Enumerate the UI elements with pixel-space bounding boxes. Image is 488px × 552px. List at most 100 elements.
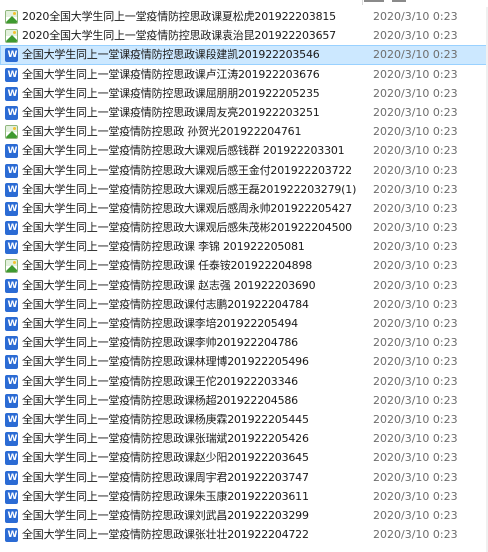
- file-name: 全国大学生同上一堂疫情防控思政课张瑞斌201922205426: [22, 432, 309, 446]
- file-date-modified: 2020/3/10 0:23: [373, 412, 458, 426]
- word-icon: W: [5, 451, 18, 466]
- file-name: 2020全国大学生同上一堂疫情防控思政课夏松虎201922203815: [22, 10, 336, 23]
- file-name: 全国大学生同上一堂疫情防控思政课 李锦 201922205081: [22, 240, 305, 254]
- file-row[interactable]: W 全国大学生同上一堂疫情防控思政课张瑞斌201922205426 2020/3/1…: [0, 429, 488, 448]
- file-name: 全国大学生同上一堂疫情防控思政课朱玉康201922203611: [22, 489, 309, 503]
- word-icon: W: [5, 278, 18, 293]
- file-name: 全国大学生同上一堂疫情防控思政课付志鹏201922204784: [22, 297, 309, 311]
- file-name: 全国大学生同上一堂课疫情防控思政课屈朋朋201922205235: [22, 86, 320, 100]
- file-row[interactable]: W 全国大学生同上一堂疫情防控思政课李帅201922204786 2020/3/10…: [0, 333, 488, 352]
- word-icon: W: [5, 86, 18, 101]
- file-date-modified: 2020/3/10 0:23: [373, 163, 458, 177]
- word-icon: W: [5, 393, 18, 408]
- file-name: 全国大学生同上一堂疫情防控思政课 任泰铵201922204898: [22, 259, 313, 273]
- file-row[interactable]: W 全国大学生同上一堂疫情防控思政课林理博201922205496 2020/3/1…: [0, 352, 488, 371]
- file-name: 全国大学生同上一堂疫情防控思政课林理博201922205496: [22, 355, 309, 369]
- word-icon: W: [5, 105, 18, 120]
- file-row[interactable]: W 全国大学生同上一堂疫情防控思政课赵少阳201922203645 2020/3/1…: [0, 448, 488, 467]
- word-icon: W: [5, 317, 18, 331]
- file-date-modified: 2020/3/10 0:23: [373, 489, 458, 503]
- file-row[interactable]: W 全国大学生同上一堂课疫情防控思政课屈朋朋201922205235 2020/3/…: [0, 84, 488, 103]
- file-name: 全国大学生同上一堂疫情防控思政课杨超201922204586: [22, 393, 298, 407]
- image-icon: [5, 29, 18, 44]
- file-name: 全国大学生同上一堂疫情防控思政课李培201922205494: [22, 317, 298, 330]
- file-row[interactable]: W 全国大学生同上一堂疫情防控思政课刘武昌201922203299 2020/3/1…: [0, 506, 488, 525]
- file-name: 全国大学生同上一堂课疫情防控思政课卢江涛201922203676: [22, 67, 320, 81]
- word-icon: W: [5, 144, 18, 159]
- file-date-modified: 2020/3/10 0:23: [373, 528, 458, 542]
- file-row[interactable]: W 全国大学生同上一堂疫情防控思政课付志鹏201922204784 2020/3/1…: [0, 295, 488, 314]
- file-name: 全国大学生同上一堂疫情防控思政课刘武昌201922203299: [22, 508, 309, 522]
- file-row[interactable]: W 全国大学生同上一堂疫情防控思政课朱玉康201922203611 2020/3/1…: [0, 487, 488, 506]
- file-row[interactable]: 全国大学生同上一堂疫情防控思政 孙贺光201922204761 2020/3/10…: [0, 122, 488, 141]
- word-icon: W: [5, 67, 18, 82]
- file-row[interactable]: W 全国大学生同上一堂疫情防控思政课杨超201922204586 2020/3/10…: [0, 391, 488, 410]
- file-date-modified: 2020/3/10 0:23: [373, 297, 458, 311]
- image-icon: [5, 125, 18, 140]
- file-date-modified: 2020/3/10 0:23: [373, 508, 458, 522]
- word-icon: W: [5, 182, 18, 197]
- file-name: 全国大学生同上一堂疫情防控思政大课观后感朱茂彬201922204500: [22, 221, 352, 235]
- image-icon: [5, 259, 18, 274]
- file-name: 全国大学生同上一堂疫情防控思政大课观后感王磊201922203279(1): [22, 182, 357, 196]
- file-row[interactable]: 2020全国大学生同上一堂疫情防控思政课夏松虎201922203815 2020/…: [0, 7, 488, 26]
- word-icon: W: [5, 240, 18, 255]
- file-row[interactable]: W 全国大学生同上一堂疫情防控思政大课观后感王磊201922203279(1) 20…: [0, 180, 488, 199]
- file-row[interactable]: W 全国大学生同上一堂疫情防控思政课 李锦 201922205081 2020/3/…: [0, 237, 488, 256]
- date-header-fragment: [392, 0, 406, 2]
- file-date-modified: 2020/3/10 0:23: [373, 29, 458, 43]
- file-row[interactable]: W 全国大学生同上一堂疫情防控思政课周宇君201922203747 2020/3/1…: [0, 468, 488, 487]
- file-name: 全国大学生同上一堂疫情防控思政课张壮壮201922204722: [22, 528, 309, 542]
- file-date-modified: 2020/3/10 0:23: [373, 125, 458, 139]
- file-name: 全国大学生同上一堂疫情防控思政大课观后感钱群 201922203301: [22, 144, 345, 158]
- file-row[interactable]: W 全国大学生同上一堂疫情防控思政课 赵志强 201922203690 2020/3…: [0, 276, 488, 295]
- word-icon: W: [5, 336, 18, 351]
- file-row[interactable]: W 全国大学生同上一堂课疫情防控思政课段建凯201922203546 2020/3/…: [0, 45, 488, 65]
- file-row[interactable]: W 全国大学生同上一堂疫情防控思政大课观后感周永帅201922205427 2020…: [0, 199, 488, 218]
- file-name: 全国大学生同上一堂课疫情防控思政课段建凯201922203546: [22, 48, 320, 62]
- word-icon: W: [5, 489, 18, 504]
- file-row[interactable]: W 全国大学生同上一堂课疫情防控思政课卢江涛201922203676 2020/3/…: [0, 65, 488, 84]
- file-row[interactable]: 2020全国大学生同上一堂疫情防控思政课袁治昆201922203657 2020/…: [0, 26, 488, 45]
- file-date-modified: 2020/3/10 0:23: [373, 86, 458, 100]
- date-header-fragment: [364, 0, 384, 2]
- file-date-modified: 2020/3/10 0:23: [373, 10, 458, 23]
- file-date-modified: 2020/3/10 0:23: [373, 451, 458, 465]
- file-name: 全国大学生同上一堂疫情防控思政 孙贺光201922204761: [22, 125, 302, 139]
- word-icon: W: [5, 412, 18, 427]
- file-row[interactable]: W 全国大学生同上一堂疫情防控思政课李培201922205494 2020/3/10…: [0, 314, 488, 333]
- file-row[interactable]: W 全国大学生同上一堂课疫情防控思政课周友亮201922203251 2020/3/…: [0, 103, 488, 122]
- word-icon: W: [5, 355, 18, 370]
- file-date-modified: 2020/3/10 0:23: [373, 374, 458, 388]
- file-name: 2020全国大学生同上一堂疫情防控思政课袁治昆201922203657: [22, 29, 336, 43]
- file-name: 全国大学生同上一堂疫情防控思政课 赵志强 201922203690: [22, 278, 316, 292]
- file-row[interactable]: W 全国大学生同上一堂疫情防控思政大课观后感钱群 201922203301 2020…: [0, 141, 488, 160]
- word-icon: W: [5, 201, 18, 216]
- word-icon: W: [5, 374, 18, 389]
- file-row[interactable]: W 全国大学生同上一堂疫情防控思政课王佗201922203346 2020/3/10…: [0, 372, 488, 391]
- file-row[interactable]: W 全国大学生同上一堂疫情防控思政课杨庚霖201922205445 2020/3/1…: [0, 410, 488, 429]
- file-date-modified: 2020/3/10 0:23: [373, 393, 458, 407]
- word-icon: W: [5, 221, 18, 236]
- file-date-modified: 2020/3/10 0:23: [373, 221, 458, 235]
- file-name: 全国大学生同上一堂疫情防控思政课周宇君201922203747: [22, 470, 309, 484]
- file-date-modified: 2020/3/10 0:23: [373, 470, 458, 484]
- file-row[interactable]: 全国大学生同上一堂疫情防控思政课 任泰铵201922204898 2020/3/1…: [0, 256, 488, 275]
- word-icon: W: [5, 48, 18, 63]
- image-icon: [5, 10, 18, 24]
- file-row[interactable]: W 全国大学生同上一堂疫情防控思政课张壮壮201922204722 2020/3/1…: [0, 525, 488, 544]
- word-icon: W: [5, 508, 18, 523]
- column-header-strip: [0, 0, 488, 7]
- file-name: 全国大学生同上一堂疫情防控思政课李帅201922204786: [22, 336, 298, 350]
- word-icon: W: [5, 528, 18, 543]
- file-name: 全国大学生同上一堂疫情防控思政课赵少阳201922203645: [22, 451, 309, 465]
- file-date-modified: 2020/3/10 0:23: [373, 182, 458, 196]
- word-icon: W: [5, 470, 18, 485]
- file-row[interactable]: W 全国大学生同上一堂疫情防控思政大课观后感朱茂彬201922204500 2020…: [0, 218, 488, 237]
- file-date-modified: 2020/3/10 0:23: [373, 105, 458, 119]
- file-date-modified: 2020/3/10 0:23: [373, 144, 458, 158]
- word-icon: W: [5, 432, 18, 447]
- file-date-modified: 2020/3/10 0:23: [373, 355, 458, 369]
- column-divider[interactable]: [362, 0, 363, 5]
- file-row[interactable]: W 全国大学生同上一堂疫情防控思政大课观后感王金付201922203722 2020…: [0, 161, 488, 180]
